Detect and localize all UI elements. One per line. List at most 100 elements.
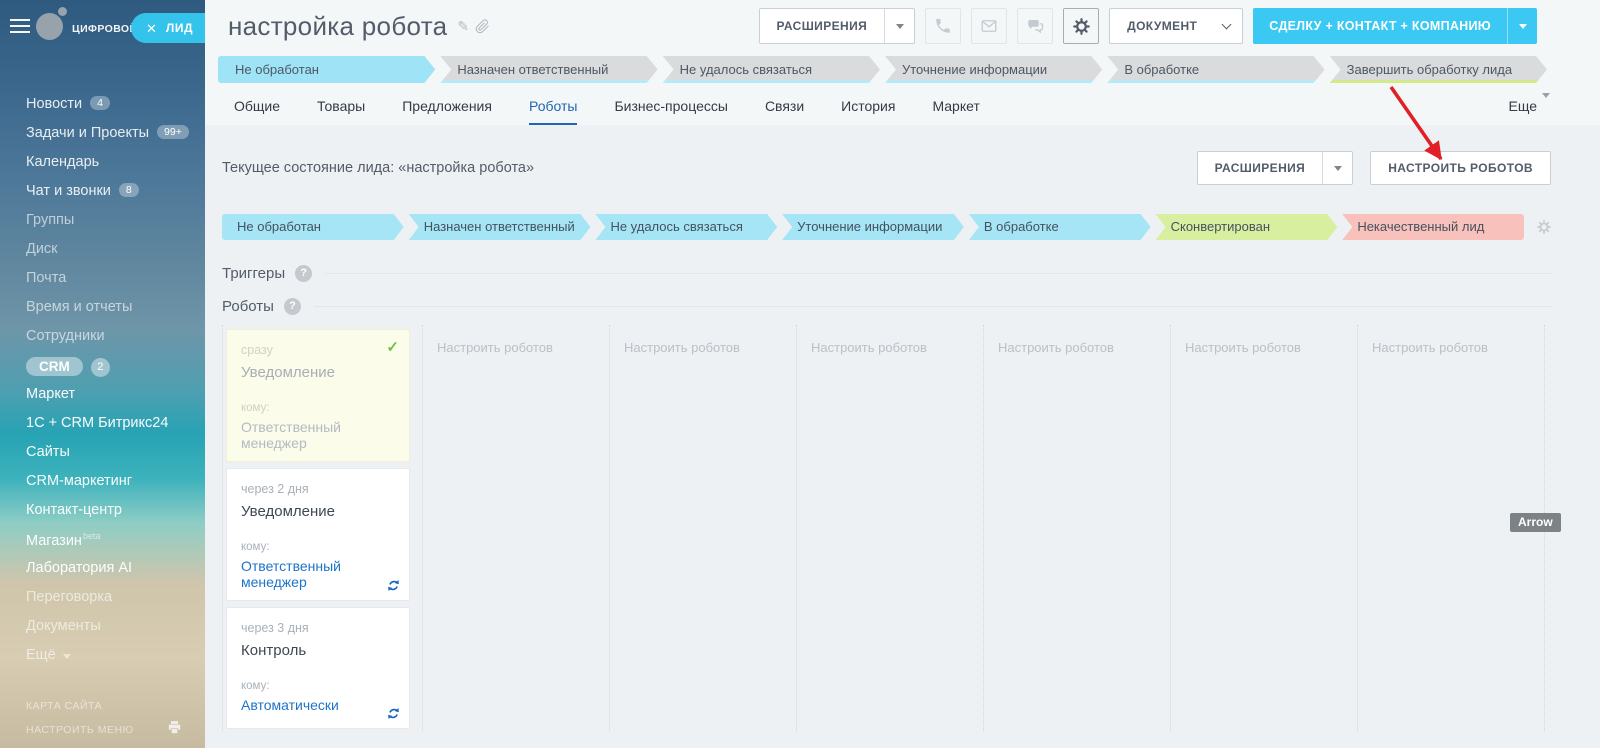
triggers-title: Триггеры (222, 265, 285, 282)
chevron-down-icon (1334, 166, 1342, 171)
sitemap-link[interactable]: КАРТА САЙТА (26, 700, 191, 712)
sidebar-item-employees[interactable]: Сотрудники (26, 328, 205, 357)
robot-to-label: кому: (241, 541, 397, 553)
chat-icon (1026, 17, 1044, 35)
robot-recipient-link[interactable]: Ответственный менеджер (241, 558, 397, 590)
stages-settings-gear-icon[interactable] (1537, 220, 1551, 234)
extensions-button-content[interactable]: РАСШИРЕНИЯ (1197, 151, 1354, 185)
stage-junk-lead[interactable]: Некачественный лид (1342, 214, 1524, 240)
status-stage-finish-processing[interactable]: Завершить обработку лида (1330, 56, 1547, 83)
sidebar-item-contact-center[interactable]: Контакт-центр (26, 502, 205, 531)
create-deal-contact-company-button[interactable]: СДЕЛКУ + КОНТАКТ + КОМПАНИЮ (1253, 8, 1537, 44)
status-stage-in-progress[interactable]: В обработке (1107, 56, 1324, 83)
sidebar-header: ЦИФРОВОЙ ЭЛЕМЕНТ ✕ ЛИД (0, 0, 205, 56)
extensions-button-header[interactable]: РАСШИРЕНИЯ (759, 8, 916, 44)
news-count-badge: 4 (90, 96, 110, 110)
close-icon[interactable]: ✕ (146, 22, 157, 35)
edit-title-icon[interactable]: ✎ (457, 18, 469, 35)
extensions-dropdown-toggle[interactable] (884, 9, 914, 43)
setup-robots-link[interactable]: Настроить роботов (799, 329, 983, 355)
create-dropdown-toggle[interactable] (1507, 8, 1537, 44)
setup-robots-link[interactable]: Настроить роботов (986, 329, 1170, 355)
stage-not-processed[interactable]: Не обработан (222, 214, 404, 240)
tab-market[interactable]: Маркет (932, 98, 979, 125)
current-state-text: Текущее состояние лида: «настройка робот… (222, 160, 534, 176)
tab-business-processes[interactable]: Бизнес-процессы (614, 98, 727, 125)
gear-icon (1073, 18, 1090, 35)
stage-cannot-contact[interactable]: Не удалось связаться (595, 214, 777, 240)
robots-title: Роботы (222, 298, 274, 315)
sidebar-item-crm-marketing[interactable]: CRM-маркетинг (26, 473, 205, 502)
email-button[interactable] (971, 8, 1007, 44)
stage-in-progress[interactable]: В обработке (969, 214, 1151, 240)
setup-robots-link[interactable]: Настроить роботов (612, 329, 796, 355)
tab-quotes[interactable]: Предложения (402, 98, 492, 125)
document-button[interactable]: ДОКУМЕНТ (1109, 8, 1243, 44)
triggers-help-icon[interactable]: ? (295, 265, 312, 282)
status-stage-cannot-contact[interactable]: Не удалось связаться (663, 56, 880, 83)
lead-status-bar: Не обработан Назначен ответственный Не у… (205, 52, 1600, 83)
sidebar-item-sites[interactable]: Сайты (26, 444, 205, 473)
sidebar-item-meeting-room[interactable]: Переговорка (26, 589, 205, 618)
sidebar-item-1c-crm[interactable]: 1С + CRM Битрикс24 (26, 415, 205, 444)
robot-card-notification-2days[interactable]: через 2 дня Уведомление кому: Ответствен… (226, 468, 410, 601)
sidebar-item-calendar[interactable]: Календарь (26, 154, 205, 183)
tab-robots[interactable]: Роботы (529, 98, 577, 125)
sidebar-item-ai-lab[interactable]: Лаборатория AI (26, 560, 205, 589)
tab-history[interactable]: История (841, 98, 895, 125)
status-stage-not-processed[interactable]: Не обработан (218, 56, 435, 83)
setup-robots-link[interactable]: Настроить роботов (226, 735, 414, 748)
tab-general[interactable]: Общие (234, 98, 280, 125)
stage-converted[interactable]: Сконвертирован (1156, 214, 1338, 240)
sidebar-item-mail[interactable]: Почта (26, 270, 205, 299)
extensions-dropdown-toggle[interactable] (1322, 152, 1352, 184)
sidebar-item-news[interactable]: Новости4 (26, 96, 205, 125)
crm-active-pill: CRM (26, 357, 83, 376)
chat-button[interactable] (1017, 8, 1053, 44)
settings-button[interactable] (1063, 8, 1099, 44)
robots-help-icon[interactable]: ? (284, 298, 301, 315)
tab-products[interactable]: Товары (317, 98, 365, 125)
refresh-icon[interactable] (387, 579, 400, 592)
status-stage-assigned[interactable]: Назначен ответственный (440, 56, 657, 83)
setup-robots-link[interactable]: Настроить роботов (1360, 329, 1544, 355)
company-logo-dot (58, 7, 67, 16)
sidebar-item-more[interactable]: Ещё (26, 647, 205, 676)
robot-card-notification-done[interactable]: сразу Уведомление кому: Ответственный ме… (226, 329, 410, 462)
bitrix-crm-app: ЦИФРОВОЙ ЭЛЕМЕНТ ✕ ЛИД Новости4 Задачи и… (0, 0, 1600, 748)
sidebar-item-market[interactable]: Маркет (26, 386, 205, 415)
stage-clarify-info[interactable]: Уточнение информации (782, 214, 964, 240)
sidebar-item-tasks[interactable]: Задачи и Проекты99+ (26, 125, 205, 154)
lead-entity-pill[interactable]: ✕ ЛИД (131, 13, 205, 43)
copy-link-icon[interactable] (475, 19, 490, 34)
phone-icon (934, 17, 952, 35)
sidebar-item-documents[interactable]: Документы (26, 618, 205, 647)
setup-robots-link[interactable]: Настроить роботов (1173, 329, 1357, 355)
call-button[interactable] (925, 8, 961, 44)
mail-icon (980, 17, 998, 35)
status-stage-clarify-info[interactable]: Уточнение информации (885, 56, 1102, 83)
printer-icon[interactable] (166, 719, 183, 736)
robot-card-control-3days[interactable]: через 3 дня Контроль кому: Автоматически (226, 607, 410, 729)
sidebar-item-crm[interactable]: CRM2 (26, 357, 205, 386)
stage-assigned[interactable]: Назначен ответственный (409, 214, 591, 240)
sidebar-item-groups[interactable]: Группы (26, 212, 205, 241)
sidebar-item-shop[interactable]: Магазинbeta (26, 531, 205, 560)
robot-recipient: Ответственный менеджер (241, 419, 397, 451)
setup-robots-link[interactable]: Настроить роботов (425, 329, 609, 355)
robots-board: сразу Уведомление кому: Ответственный ме… (222, 325, 1551, 731)
robot-to-label: кому: (241, 680, 397, 692)
tab-more[interactable]: Еще (1509, 98, 1551, 125)
sidebar-item-time-reports[interactable]: Время и отчеты (26, 299, 205, 328)
sidebar-item-disk[interactable]: Диск (26, 241, 205, 270)
lead-pill-label: ЛИД (166, 21, 193, 35)
tab-relations[interactable]: Связи (765, 98, 804, 125)
hamburger-menu-icon[interactable] (10, 19, 30, 37)
chevron-down-icon (63, 654, 71, 659)
sidebar-item-chat[interactable]: Чат и звонки8 (26, 183, 205, 212)
tasks-count-badge: 99+ (157, 125, 189, 139)
robot-recipient-link[interactable]: Автоматически (241, 697, 397, 713)
setup-robots-button[interactable]: НАСТРОИТЬ РОБОТОВ (1370, 151, 1551, 185)
robot-schedule: сразу (241, 343, 397, 357)
refresh-icon[interactable] (387, 707, 400, 720)
